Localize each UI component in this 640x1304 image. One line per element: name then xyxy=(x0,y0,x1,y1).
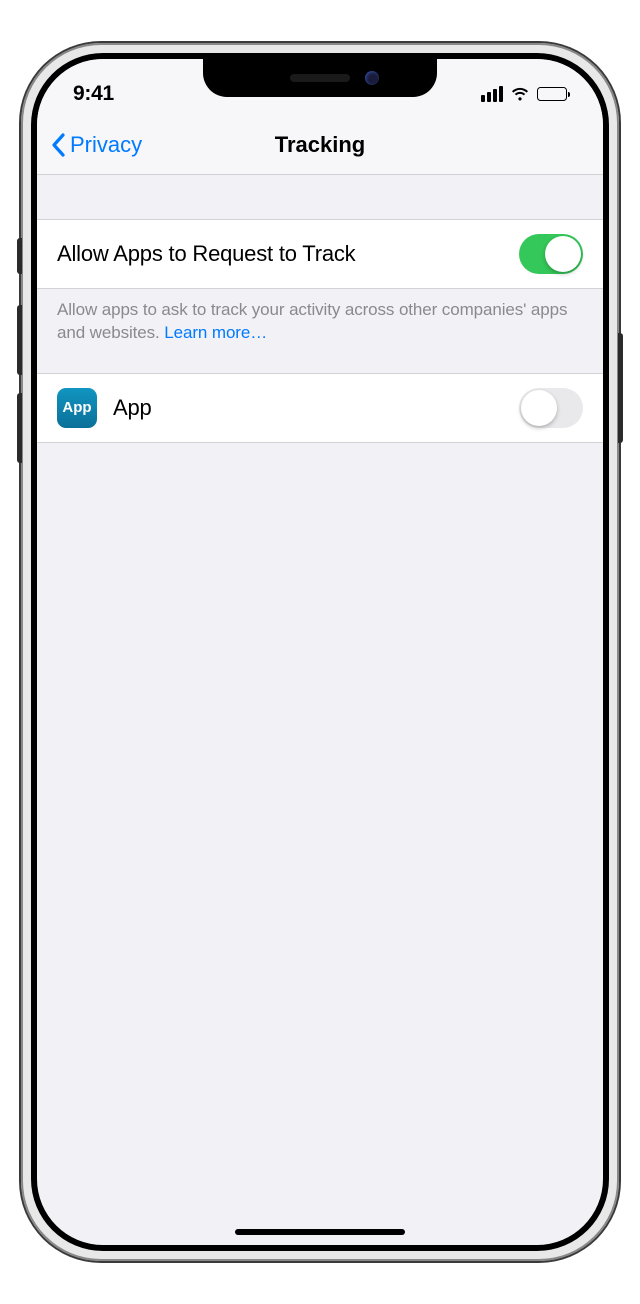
volume-up-button xyxy=(17,305,22,375)
content: Allow Apps to Request to Track Allow app… xyxy=(37,175,603,443)
back-label: Privacy xyxy=(70,132,142,158)
phone-frame: 9:41 Privacy xyxy=(21,43,619,1261)
chevron-left-icon xyxy=(51,133,66,157)
nav-bar: Privacy Tracking xyxy=(37,115,603,175)
app-icon: App xyxy=(57,388,97,428)
notch xyxy=(203,59,437,97)
allow-tracking-row: Allow Apps to Request to Track xyxy=(37,219,603,289)
wifi-icon xyxy=(510,87,530,102)
home-indicator[interactable] xyxy=(235,1229,405,1235)
status-indicators xyxy=(481,86,567,102)
allow-tracking-toggle[interactable] xyxy=(519,234,583,274)
app-name: App xyxy=(113,395,152,421)
app-tracking-toggle[interactable] xyxy=(519,388,583,428)
section-footer: Allow apps to ask to track your activity… xyxy=(37,289,603,373)
silence-switch xyxy=(17,238,22,274)
footer-text: Allow apps to ask to track your activity… xyxy=(57,300,567,342)
power-button xyxy=(618,333,623,443)
front-camera xyxy=(365,71,379,85)
screen: 9:41 Privacy xyxy=(37,59,603,1245)
back-button[interactable]: Privacy xyxy=(51,132,142,158)
cellular-signal-icon xyxy=(481,86,503,102)
page-title: Tracking xyxy=(275,132,365,158)
battery-icon xyxy=(537,87,567,101)
allow-tracking-label: Allow Apps to Request to Track xyxy=(57,241,356,267)
speaker-grille xyxy=(290,74,350,82)
status-time: 9:41 xyxy=(73,82,114,106)
learn-more-link[interactable]: Learn more… xyxy=(164,323,267,342)
app-row: App App xyxy=(37,373,603,443)
volume-down-button xyxy=(17,393,22,463)
